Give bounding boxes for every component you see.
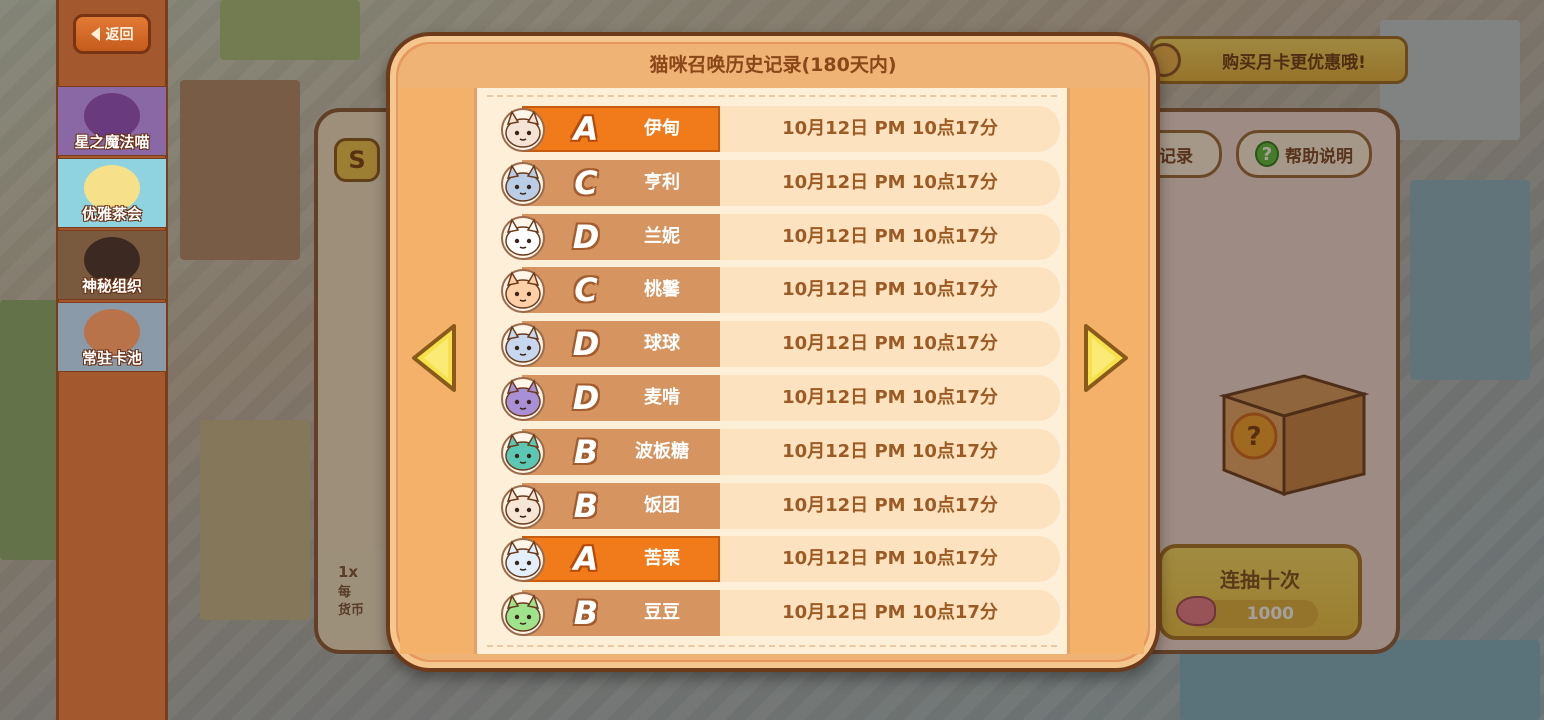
sidebar-pool-tea-party[interactable]: 优雅茶会 (58, 158, 166, 228)
cat-name: 桃馨 (644, 279, 680, 301)
prev-page-arrow-icon[interactable] (408, 322, 460, 394)
grade-letter: C (574, 271, 598, 310)
green-cat-avatar-icon (501, 592, 545, 637)
grade-letter: B (573, 594, 599, 633)
blue-cat-avatar-icon (501, 323, 545, 368)
pool-label: 优雅茶会 (81, 205, 142, 223)
grade-letter: C (574, 163, 598, 202)
summon-time: 10月12日 PM 10点17分 (782, 118, 998, 139)
summon-time: 10月12日 PM 10点17分 (782, 171, 998, 193)
pool-label: 神秘组织 (81, 277, 142, 295)
back-button-label: 返回 (105, 27, 134, 43)
grade-letter: B (573, 432, 599, 471)
history-row: D 球球 10月12日 PM 10点17分 (500, 321, 1060, 368)
grade-letter: A (573, 540, 599, 579)
grade-letter: A (573, 110, 599, 148)
summon-time: 10月12日 PM 10点17分 (782, 548, 998, 570)
sidebar-pool-mystery-org[interactable]: 神秘组织 (58, 230, 166, 300)
history-row: D 麦啃 10月12日 PM 10点17分 (500, 375, 1060, 421)
history-row: B 饭团 10月12日 PM 10点17分 (500, 482, 1060, 529)
sidebar-pool-star-magic[interactable]: 星之魔法喵 (58, 86, 166, 156)
cat-name: 饭团 (644, 494, 680, 516)
back-arrow-icon (90, 27, 100, 41)
purple-cat-avatar-icon (501, 377, 545, 421)
pool-label: 星之魔法喵 (74, 133, 150, 151)
sidebar-pool-standard[interactable]: 常驻卡池 (58, 302, 166, 372)
dialog-title: 猫咪召唤历史记录(180天内) (649, 54, 897, 76)
history-row: C 桃馨 10月12日 PM 10点17分 (500, 267, 1060, 314)
cat-name: 亨利 (644, 171, 680, 193)
cat-name: 麦啃 (644, 387, 680, 408)
brown-hair-cat-avatar-icon (501, 484, 545, 529)
summon-time: 10月12日 PM 10点17分 (782, 387, 998, 408)
grade-letter: D (572, 379, 600, 417)
cat-name: 伊甸 (644, 118, 680, 139)
cat-name: 波板糖 (635, 440, 689, 462)
white-cat-avatar-icon (501, 215, 545, 260)
cat-name: 球球 (644, 333, 680, 355)
grade-letter: B (573, 486, 599, 525)
girl-red-bow-avatar-icon (501, 108, 545, 152)
peach-cat-avatar-icon (501, 269, 545, 314)
summon-time: 10月12日 PM 10点17分 (782, 333, 998, 355)
history-row: D 兰妮 10月12日 PM 10点17分 (500, 213, 1060, 260)
history-row: A 伊甸 10月12日 PM 10点17分 (500, 106, 1060, 152)
next-page-arrow-icon[interactable] (1080, 322, 1132, 394)
history-row: C 亨利 10月12日 PM 10点17分 (500, 159, 1060, 206)
grade-letter: D (572, 217, 600, 256)
pool-label: 常驻卡池 (81, 349, 142, 367)
summon-time: 10月12日 PM 10点17分 (782, 279, 998, 301)
summon-time: 10月12日 PM 10点17分 (782, 440, 998, 462)
summon-time: 10月12日 PM 10点17分 (782, 225, 998, 247)
blue-cat-avatar-icon (501, 161, 545, 206)
light-blue-cat-avatar-icon (501, 538, 545, 583)
cat-name: 苦栗 (644, 548, 680, 570)
cat-name: 兰妮 (644, 225, 680, 247)
teal-cat-avatar-icon (501, 430, 545, 475)
history-row: B 波板糖 10月12日 PM 10点17分 (500, 428, 1060, 475)
history-row: A 苦栗 10月12日 PM 10点17分 (500, 536, 1060, 583)
history-row: B 豆豆 10月12日 PM 10点17分 (500, 590, 1060, 637)
back-button[interactable]: 返回 (73, 14, 151, 54)
summon-time: 10月12日 PM 10点17分 (782, 494, 998, 516)
cat-name: 豆豆 (644, 602, 680, 624)
grade-letter: D (572, 325, 600, 364)
summon-time: 10月12日 PM 10点17分 (782, 602, 998, 624)
